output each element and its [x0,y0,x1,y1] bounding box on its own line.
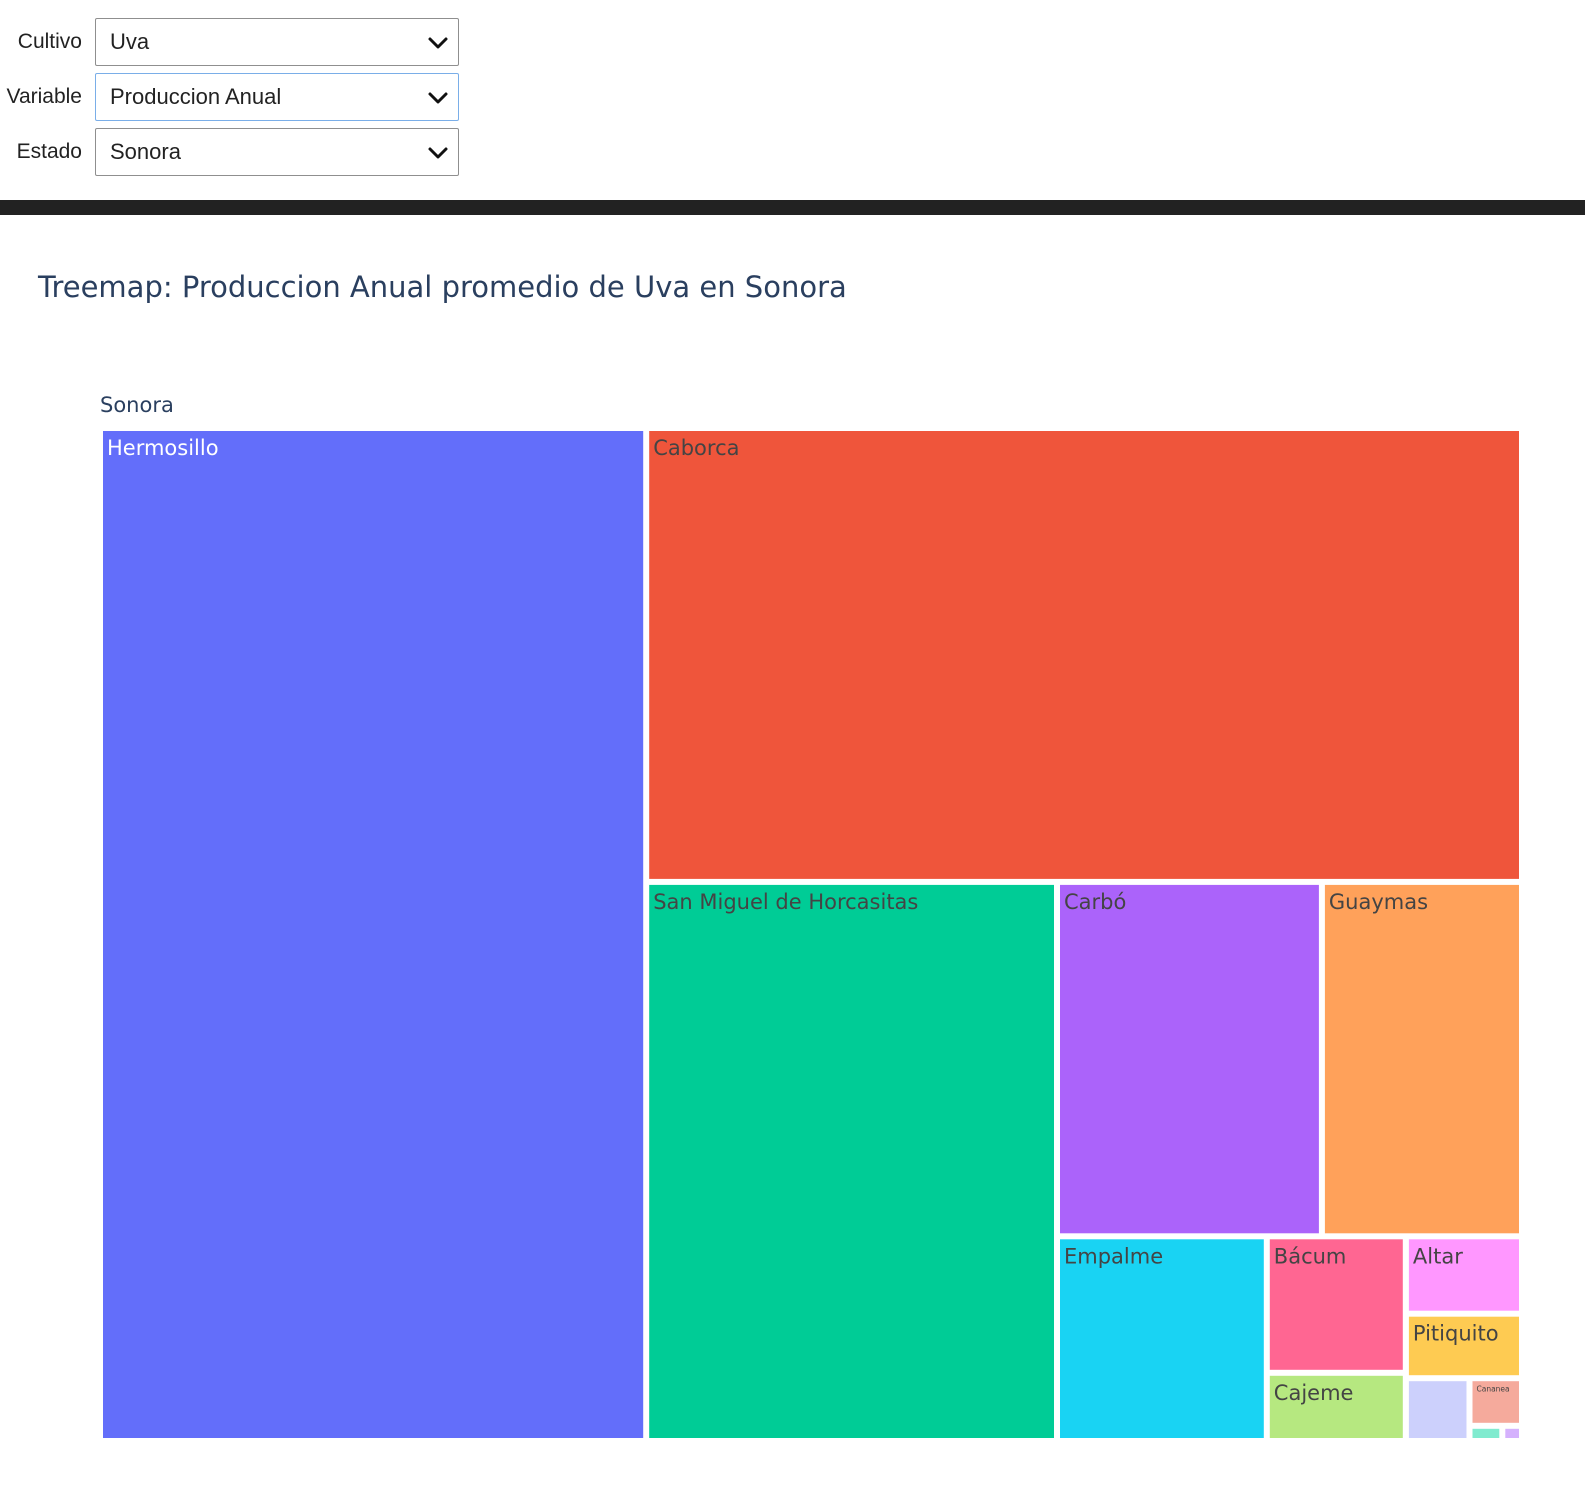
treemap-tile-label: Altar [1413,1244,1463,1268]
variable-select[interactable]: Produccion Anual [95,73,459,121]
treemap-tile[interactable]: Carbó [1060,884,1319,1234]
estado-select[interactable]: Sonora [95,128,459,176]
chevron-down-icon [428,92,448,104]
cultivo-label: Cultivo [17,30,82,53]
treemap-tile-rect[interactable] [1505,1428,1519,1438]
treemap-tile[interactable]: Altar [1408,1239,1519,1311]
treemap-tile[interactable]: Hermosillo [103,431,644,1438]
treemap-tile-label: Cajeme [1274,1381,1354,1405]
treemap-tile-rect[interactable] [1472,1428,1500,1438]
treemap-tile[interactable]: Caborca [649,431,1519,879]
treemap-root-label: Sonora [100,393,174,417]
treemap-tile[interactable]: Bácum [1269,1239,1403,1370]
treemap-tile-rect[interactable] [649,431,1519,879]
treemap-tile[interactable]: Cananea [1472,1381,1520,1423]
treemap-chart: Sonora Hermosillo Caborca San Miguel de Ho… [100,393,1519,1438]
treemap-tile-label: Empalme [1064,1244,1163,1268]
cultivo-select[interactable]: Uva [95,18,459,66]
treemap-tile-rect[interactable] [1060,884,1319,1234]
variable-label: Variable [6,85,83,108]
treemap-tile-label: Pitiquito [1413,1322,1499,1346]
treemap-tile-label: Hermosillo [107,436,219,460]
treemap-tile-rect[interactable] [1408,1381,1467,1438]
variable-row: Variable Produccion Anual [0,72,459,122]
treemap-tile-label: Cananea [1477,1385,1510,1394]
estado-value: Sonora [110,139,181,164]
cultivo-value: Uva [110,29,150,54]
treemap-tile[interactable] [1505,1428,1519,1438]
filter-controls: Cultivo Uva Variable Produccion Anual Es… [0,0,600,200]
treemap-tile-label: Bácum [1274,1244,1347,1268]
treemap-tile-rect[interactable] [1324,884,1519,1234]
treemap-tiles: Hermosillo Caborca San Miguel de Horcasita… [103,431,1519,1438]
treemap-tile-label: Caborca [653,436,739,460]
chevron-down-icon [428,147,448,159]
treemap-tile-rect[interactable] [1060,1239,1264,1438]
treemap-tile-label: San Miguel de Horcasitas [653,890,918,914]
treemap-tile-label: Guaymas [1329,890,1428,914]
estado-row: Estado Sonora [0,127,459,177]
treemap-tile[interactable]: Pitiquito [1408,1316,1519,1376]
section-divider [0,200,1585,215]
treemap-tile[interactable]: Cajeme [1269,1375,1403,1438]
variable-value: Produccion Anual [110,84,282,109]
treemap-tile-rect[interactable] [649,884,1054,1438]
treemap-tile[interactable]: San Miguel de Horcasitas [649,884,1054,1438]
cultivo-row: Cultivo Uva [0,17,459,67]
chevron-down-icon [428,37,448,49]
estado-label: Estado [16,140,82,163]
treemap-tile[interactable] [1472,1428,1500,1438]
treemap-tile-rect[interactable] [103,431,644,1438]
treemap-tile[interactable]: Empalme [1060,1239,1264,1438]
treemap-tile[interactable] [1408,1381,1467,1438]
treemap-tile-label: Carbó [1064,890,1126,914]
treemap-tile[interactable]: Guaymas [1324,884,1519,1234]
chart-title: Treemap: Produccion Anual promedio de Uv… [38,270,847,304]
